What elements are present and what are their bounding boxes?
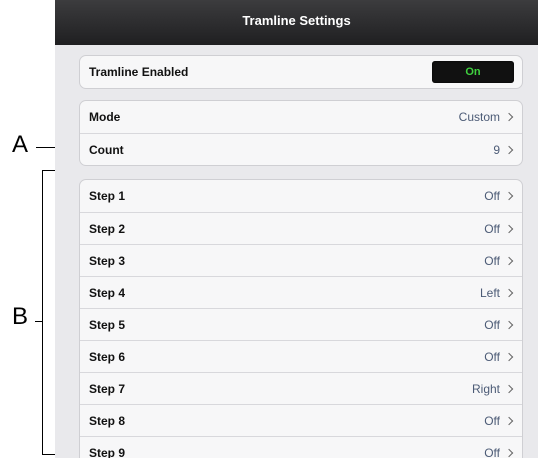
- chevron-right-icon: [504, 191, 514, 201]
- chevron-right-icon: [504, 352, 514, 361]
- enabled-group: Tramline Enabled On: [79, 55, 523, 89]
- steps-group: Step 1 Off Step 2 Off Step 3 Off Step 4 …: [79, 179, 523, 458]
- callout-b-label: B: [12, 303, 29, 330]
- step-label: Step 1: [89, 189, 126, 203]
- step-row-1[interactable]: Step 1 Off: [80, 180, 522, 212]
- step-row-6[interactable]: Step 6 Off: [80, 340, 522, 372]
- step-label: Step 2: [89, 221, 126, 236]
- step-row-4[interactable]: Step 4 Left: [80, 276, 522, 308]
- step-value: Off: [484, 349, 500, 364]
- step-value: Off: [484, 253, 500, 268]
- chevron-right-icon: [504, 384, 514, 393]
- count-value: 9: [493, 142, 500, 157]
- step-value: Left: [479, 285, 500, 300]
- toggle-state-label: On: [465, 66, 481, 78]
- step-row-8[interactable]: Step 8 Off: [80, 404, 522, 436]
- step-label: Step 7: [89, 381, 126, 396]
- step-value: Right: [471, 381, 500, 396]
- chevron-right-icon: [504, 288, 514, 297]
- callout-b-bracket-vertical: [42, 170, 43, 455]
- step-label: Step 3: [89, 253, 126, 268]
- step-value: Off: [484, 413, 500, 428]
- step-label: Step 9: [89, 445, 126, 458]
- title-bar: Tramline Settings: [55, 0, 538, 45]
- chevron-right-icon: [504, 145, 514, 154]
- chevron-right-icon: [504, 256, 514, 265]
- mode-value: Custom: [458, 110, 500, 124]
- tramline-enabled-toggle[interactable]: On: [432, 61, 514, 83]
- step-value: Off: [484, 445, 500, 458]
- count-row[interactable]: Count 9: [80, 133, 522, 165]
- step-row-9[interactable]: Step 9 Off: [80, 436, 522, 458]
- step-label: Step 6: [89, 349, 126, 364]
- chevron-right-icon: [504, 448, 514, 457]
- settings-screen: Tramline Settings Tramline Enabled On Mo…: [55, 0, 538, 458]
- step-row-7[interactable]: Step 7 Right: [80, 372, 522, 404]
- step-row-3[interactable]: Step 3 Off: [80, 244, 522, 276]
- chevron-right-icon: [504, 416, 514, 425]
- mode-row[interactable]: Mode Custom: [80, 101, 522, 133]
- tramline-enabled-label: Tramline Enabled: [89, 65, 189, 79]
- callout-a-label: A: [12, 131, 29, 158]
- page-title: Tramline Settings: [242, 13, 351, 28]
- mode-count-group: Mode Custom Count 9: [79, 100, 523, 166]
- step-row-5[interactable]: Step 5 Off: [80, 308, 522, 340]
- step-value: Off: [484, 221, 500, 236]
- tramline-enabled-row: Tramline Enabled On: [80, 56, 522, 88]
- step-label: Step 4: [89, 285, 126, 300]
- step-label: Step 8: [89, 413, 126, 428]
- step-label: Step 5: [89, 317, 126, 332]
- callout-b-tick: [35, 321, 42, 322]
- step-value: Off: [484, 189, 500, 203]
- step-value: Off: [484, 317, 500, 332]
- chevron-right-icon: [504, 224, 514, 233]
- chevron-right-icon: [504, 320, 514, 329]
- chevron-right-icon: [504, 112, 514, 122]
- mode-label: Mode: [89, 110, 121, 124]
- count-label: Count: [89, 142, 124, 157]
- step-row-2[interactable]: Step 2 Off: [80, 212, 522, 244]
